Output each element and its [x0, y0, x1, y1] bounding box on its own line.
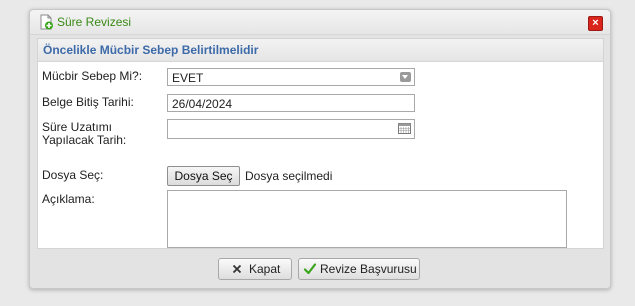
description-textarea[interactable] — [167, 190, 567, 248]
add-document-icon — [40, 14, 53, 30]
close-icon[interactable]: × — [588, 16, 603, 31]
form-panel: Öncelikle Mücbir Sebep Belirtilmelidir M… — [37, 38, 604, 249]
dialog-titlebar[interactable]: Süre Revizesi × — [30, 10, 610, 35]
extension-date-label-line2: Yapılacak Tarih: — [42, 133, 127, 147]
force-majeure-label: Mücbir Sebep Mi?: — [42, 69, 143, 83]
force-majeure-select[interactable]: EVET — [167, 68, 415, 86]
extension-date-field[interactable] — [167, 119, 415, 139]
submit-revision-button[interactable]: Revize Başvurusu — [298, 258, 420, 280]
chevron-down-icon[interactable] — [400, 72, 411, 82]
file-status: Dosya seçilmedi — [245, 169, 333, 183]
dialog-title: Süre Revizesi — [57, 15, 132, 29]
x-icon — [232, 264, 242, 274]
checkmark-icon — [303, 263, 317, 275]
file-label: Dosya Seç: — [42, 168, 104, 182]
end-date-label: Belge Bitiş Tarihi: — [42, 95, 134, 109]
close-button-label: Kapat — [249, 262, 281, 276]
panel-header-text: Öncelikle Mücbir Sebep Belirtilmelidir — [43, 43, 259, 57]
choose-file-button[interactable]: Dosya Seç — [167, 166, 240, 186]
end-date-field[interactable]: 26/04/2024 — [167, 94, 415, 112]
panel-header: Öncelikle Mücbir Sebep Belirtilmelidir — [38, 39, 603, 62]
close-button[interactable]: Kapat — [218, 258, 292, 280]
end-date-value: 26/04/2024 — [172, 97, 233, 111]
calendar-icon[interactable] — [398, 123, 411, 134]
force-majeure-value: EVET — [172, 71, 204, 85]
submit-button-label: Revize Başvurusu — [320, 262, 417, 276]
revision-dialog: Süre Revizesi × Öncelikle Mücbir Sebep B… — [29, 9, 611, 289]
description-label: Açıklama: — [42, 192, 95, 206]
